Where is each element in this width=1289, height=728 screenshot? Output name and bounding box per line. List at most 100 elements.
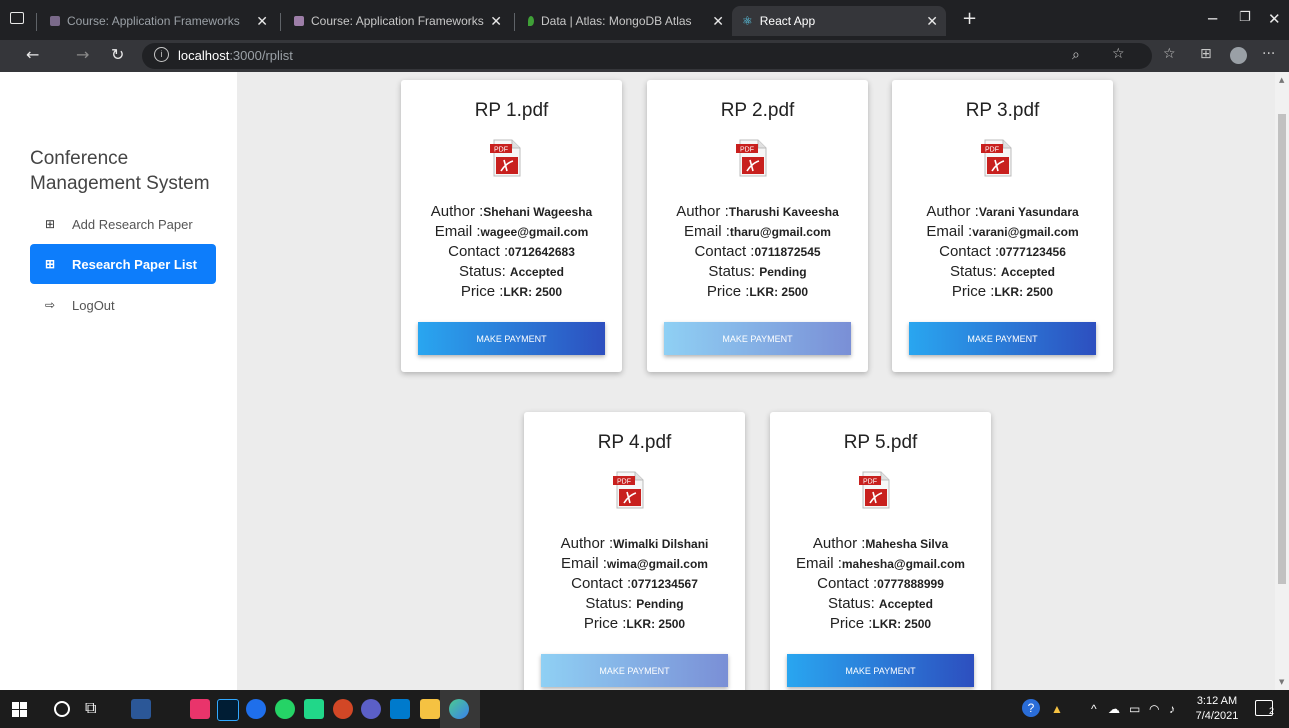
sidebar-item-research-paper-list[interactable]: ⊞ Research Paper List xyxy=(30,244,216,284)
close-tab-icon[interactable]: ✕ xyxy=(490,13,502,30)
status-label: Status: xyxy=(950,263,1001,280)
make-payment-button[interactable]: MAKE PAYMENT xyxy=(664,322,851,355)
zoom-icon[interactable]: ⌕ xyxy=(1072,47,1080,63)
notification-count: 2 xyxy=(1269,706,1275,716)
search-icon[interactable] xyxy=(54,701,70,717)
chat-app-icon[interactable] xyxy=(361,699,381,719)
author-value: Varani Yasundara xyxy=(978,205,1079,219)
restore-icon[interactable]: ❐ xyxy=(1239,10,1251,25)
wifi-icon[interactable]: ◠ xyxy=(1149,702,1159,716)
url-field[interactable]: i localhost:3000/rplist ⌕ ☆ xyxy=(142,43,1152,69)
sidebar-item-add-research-paper[interactable]: ⊞ Add Research Paper xyxy=(30,204,216,244)
make-payment-button[interactable]: MAKE PAYMENT xyxy=(541,654,728,687)
sidebar-item-logout[interactable]: ⇨ LogOut xyxy=(30,285,216,325)
paper-card-3: RP 3.pdf PDF Author :Varani Yasundara Em… xyxy=(892,80,1113,372)
minimize-icon[interactable]: ─ xyxy=(1208,10,1217,28)
author-value: Tharushi Kaveesha xyxy=(728,205,839,219)
paper-title: RP 4.pdf xyxy=(597,432,672,453)
system-clock[interactable]: 3:12 AM 7/4/2021 xyxy=(1192,694,1242,724)
scroll-up-icon[interactable]: ▲ xyxy=(1279,76,1284,84)
clock-time: 3:12 AM xyxy=(1196,695,1238,707)
word-icon[interactable] xyxy=(131,699,151,719)
price-label: Price : xyxy=(706,283,750,300)
pdf-file-icon: PDF xyxy=(490,139,521,177)
weather-icon[interactable]: ▲ xyxy=(1051,702,1063,716)
email-value: mahesha@gmail.com xyxy=(841,557,965,571)
pdf-file-icon: PDF xyxy=(613,471,644,509)
email-label: Email : xyxy=(796,555,842,572)
onedrive-icon[interactable]: ☁ xyxy=(1108,702,1120,716)
network-icon[interactable]: ▭ xyxy=(1129,702,1140,716)
table-icon: ⊞ xyxy=(44,257,56,271)
price-label: Price : xyxy=(460,283,504,300)
reload-icon[interactable]: ↻ xyxy=(111,45,124,64)
info-icon[interactable]: i xyxy=(154,47,169,62)
contact-label: Contact : xyxy=(694,243,755,260)
new-tab-icon[interactable]: + xyxy=(962,8,977,29)
make-payment-button[interactable]: MAKE PAYMENT xyxy=(418,322,605,355)
mongodb-leaf-icon xyxy=(528,16,534,26)
profile-avatar[interactable] xyxy=(1230,47,1247,64)
whatsapp-icon[interactable] xyxy=(275,699,295,719)
paper-info: Author :Shehani Wageesha Email :wagee@gm… xyxy=(401,202,622,302)
email-value: wagee@gmail.com xyxy=(480,225,589,239)
tab-course-2[interactable]: Course: Application Frameworks ✕ xyxy=(284,6,510,36)
paper-title: RP 1.pdf xyxy=(474,100,549,121)
make-payment-button[interactable]: MAKE PAYMENT xyxy=(787,654,974,687)
app-circle-icon[interactable] xyxy=(246,699,266,719)
contact-value: 0777888999 xyxy=(877,577,944,591)
help-icon[interactable]: ? xyxy=(1022,699,1040,717)
paper-card-4: RP 4.pdf PDF Author :Wimalki Dilshani Em… xyxy=(524,412,745,704)
table-icon: ⊞ xyxy=(44,217,56,231)
powerpoint-icon[interactable] xyxy=(333,699,353,719)
tab-actions-icon[interactable] xyxy=(10,12,24,24)
contact-value: 0711872545 xyxy=(754,245,821,259)
moodle-favicon-icon xyxy=(294,16,304,26)
pdf-file-icon: PDF xyxy=(981,139,1012,177)
pdf-badge-label: PDF xyxy=(985,147,999,154)
contact-label: Contact : xyxy=(448,243,509,260)
scrollbar-thumb[interactable] xyxy=(1278,114,1286,584)
favorites-icon[interactable]: ☆ xyxy=(1163,46,1176,62)
tab-course-1[interactable]: Course: Application Frameworks ✕ xyxy=(40,6,276,36)
close-tab-icon[interactable]: ✕ xyxy=(926,13,938,30)
url-path: :3000/rplist xyxy=(229,48,293,63)
task-view-icon[interactable]: ⧉ xyxy=(85,698,96,718)
more-icon[interactable]: ··· xyxy=(1262,46,1275,62)
back-icon[interactable]: ← xyxy=(26,45,39,64)
paper-info: Author :Mahesha Silva Email :mahesha@gma… xyxy=(770,534,991,634)
make-payment-button[interactable]: MAKE PAYMENT xyxy=(909,322,1096,355)
webstorm-icon[interactable] xyxy=(304,699,324,719)
tab-title: Data | Atlas: MongoDB Atlas xyxy=(541,14,692,28)
paper-card-1: RP 1.pdf PDF Author :Shehani Wageesha Em… xyxy=(401,80,622,372)
paper-title: RP 3.pdf xyxy=(965,100,1040,121)
contact-label: Contact : xyxy=(939,243,1000,260)
close-window-icon[interactable]: ✕ xyxy=(1268,10,1281,28)
windows-start-icon[interactable] xyxy=(12,702,27,717)
paper-info: Author :Wimalki Dilshani Email :wima@gma… xyxy=(524,534,745,634)
react-favicon-icon: ⚛ xyxy=(742,14,753,28)
tab-title: React App xyxy=(759,14,816,28)
status-value: Accepted xyxy=(509,265,564,279)
price-label: Price : xyxy=(583,615,627,632)
file-explorer-icon[interactable] xyxy=(420,699,440,719)
author-label: Author : xyxy=(926,203,979,220)
intellij-icon[interactable] xyxy=(190,699,210,719)
photoshop-icon[interactable] xyxy=(217,699,239,721)
volume-icon[interactable]: ♪ xyxy=(1169,702,1175,716)
status-value: Pending xyxy=(636,597,684,611)
tab-react-app[interactable]: ⚛ React App ✕ xyxy=(732,6,946,36)
scroll-down-icon[interactable]: ▼ xyxy=(1279,678,1284,686)
forward-icon[interactable]: → xyxy=(76,45,89,64)
tray-expand-icon[interactable]: ^ xyxy=(1091,702,1097,716)
tab-mongodb[interactable]: Data | Atlas: MongoDB Atlas ✕ xyxy=(518,6,732,36)
favorite-add-icon[interactable]: ☆ xyxy=(1112,46,1125,62)
close-tab-icon[interactable]: ✕ xyxy=(712,13,724,30)
tab-title: Course: Application Frameworks xyxy=(67,14,240,28)
collections-icon[interactable]: ⊞ xyxy=(1200,46,1212,62)
price-value: LKR: 2500 xyxy=(994,285,1054,299)
vscode-icon[interactable] xyxy=(390,699,410,719)
close-tab-icon[interactable]: ✕ xyxy=(256,13,268,30)
page-scrollbar[interactable]: ▲ ▼ xyxy=(1275,72,1289,690)
email-label: Email : xyxy=(434,223,481,240)
